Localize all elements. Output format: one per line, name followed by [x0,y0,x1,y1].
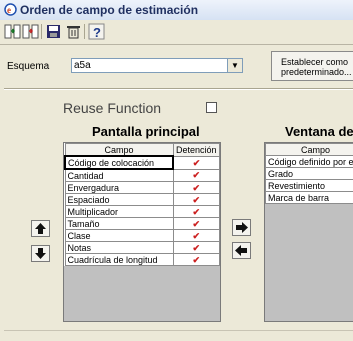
save-icon [47,25,60,38]
field-cell[interactable]: Código definido por el u [265,155,353,168]
checkmark-icon[interactable]: ✔ [192,170,200,180]
toolbar-separator [41,24,42,39]
toolbar: ? [0,20,353,45]
ventana-table: Campo Código definido por el u Grado Rev… [265,143,353,204]
merge-icon [4,24,21,39]
ventana-grid[interactable]: Campo Código definido por el u Grado Rev… [264,142,353,322]
window-title: Orden de campo de estimación [20,3,199,17]
save-button[interactable] [45,23,62,40]
checkmark-icon[interactable]: ✔ [192,231,200,241]
checkmark-icon[interactable]: ✔ [192,207,200,217]
delete-button[interactable] [65,23,82,40]
pantalla-principal-title: Pantalla principal [92,124,200,139]
field-cell[interactable]: Envergadura [64,181,174,194]
column-header-campo[interactable]: Campo [64,143,174,157]
field-cell[interactable]: Notas [64,241,174,254]
pantalla-principal-grid[interactable]: Campo Detención Código de colocación ✔ Ca… [63,142,221,322]
checkmark-icon[interactable]: ✔ [192,183,200,193]
table-row[interactable]: Cuadrícula de longitud ✔ [64,253,220,266]
field-cell[interactable]: Grado [265,167,353,180]
merge-red-button[interactable] [22,23,39,40]
column-header-detencion[interactable]: Detención [172,143,220,157]
reuse-function-checkbox[interactable] [206,102,217,113]
pantalla-principal-table: Campo Detención Código de colocación ✔ Ca… [64,143,220,266]
set-default-label-1: Establecer como [281,57,349,67]
table-row[interactable]: Espaciado ✔ [64,193,220,206]
move-right-button[interactable] [232,219,251,236]
checkmark-icon[interactable]: ✔ [192,195,200,205]
help-icon: ? [88,23,105,40]
delete-icon [67,26,80,39]
arrow-up-icon [35,223,46,234]
move-down-button[interactable] [31,245,50,262]
field-cell[interactable]: Código de colocación [64,155,174,170]
field-cell[interactable]: Multiplicador [64,205,174,218]
arrow-right-icon [236,222,248,233]
checkmark-icon[interactable]: ✔ [192,255,200,265]
move-up-button[interactable] [31,220,50,237]
field-cell[interactable]: Espaciado [64,193,174,206]
merge-button[interactable] [4,23,21,40]
merge-red-icon [22,24,39,39]
field-cell[interactable]: Marca de barra [265,191,353,204]
field-cell[interactable]: Clase [64,229,174,242]
table-row[interactable]: Código de colocación ✔ [64,155,220,170]
field-cell[interactable]: Revestimiento [265,179,353,192]
help-button[interactable]: ? [88,23,105,40]
checkmark-icon[interactable]: ✔ [192,243,200,253]
set-default-label-2: predeterminado... [281,67,352,77]
toolbar-separator [84,24,85,39]
table-row[interactable]: Código definido por el u [265,155,353,168]
table-row[interactable]: Marca de barra [265,191,353,204]
column-header-campo[interactable]: Campo [265,143,353,156]
esquema-label: Esquema [7,61,50,72]
esquema-value: a5a [74,60,91,71]
field-cell[interactable]: Tamaño [64,217,174,230]
field-cell[interactable]: Cuadrícula de longitud [64,253,174,266]
table-row[interactable]: Notas ✔ [64,241,220,254]
field-cell[interactable]: Cantidad [64,168,174,182]
arrow-left-icon [235,245,247,256]
chevron-down-icon[interactable]: ▼ [227,59,242,72]
table-row[interactable]: Cantidad ✔ [64,168,220,182]
table-row[interactable]: Multiplicador ✔ [64,205,220,218]
table-row[interactable]: Grado [265,167,353,180]
app-icon: e [4,3,17,16]
table-row[interactable]: Envergadura ✔ [64,181,220,194]
reuse-function-label: Reuse Function [63,100,162,116]
set-default-button[interactable]: Establecer como predeterminado... [271,51,353,81]
checkmark-icon[interactable]: ✔ [193,158,201,168]
checkmark-icon[interactable]: ✔ [192,219,200,229]
table-row[interactable]: Revestimiento [265,179,353,192]
title-bar: e Orden de campo de estimación [0,0,353,21]
esquema-select[interactable]: a5a ▼ [71,58,243,73]
table-row[interactable]: Clase ✔ [64,229,220,242]
svg-text:e: e [7,5,11,15]
help-label: ? [93,25,101,40]
horizontal-scrollbar[interactable] [4,330,353,341]
arrow-down-icon [35,248,46,259]
estimation-field-order-window: e Orden de campo de estimación ? Esquema… [0,0,353,341]
ventana-title: Ventana de c [285,124,353,139]
divider [4,88,353,90]
move-left-button[interactable] [232,242,251,259]
table-row[interactable]: Tamaño ✔ [64,217,220,230]
